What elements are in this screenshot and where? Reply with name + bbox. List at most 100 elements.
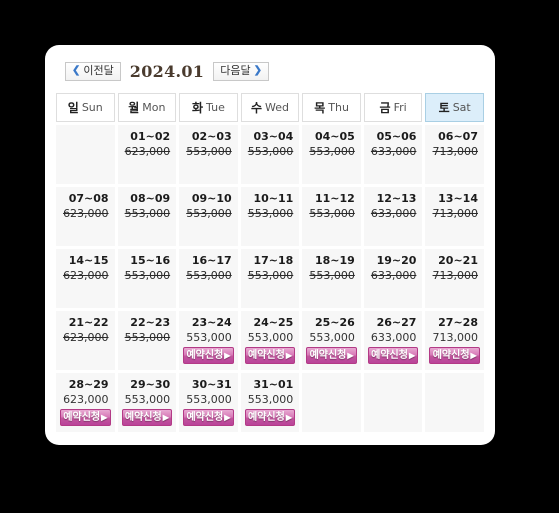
weekday-label-en: Mon <box>142 101 166 114</box>
reservation-request-label: 예약신청 <box>186 411 224 423</box>
day-range-label: 04~05 <box>315 130 355 143</box>
calendar-day-cell[interactable]: 25~26 553,000 예약신청 ▶ <box>302 311 361 370</box>
reservation-request-button[interactable]: 예약신청 ▶ <box>367 347 419 364</box>
day-range-label: 18~19 <box>315 254 355 267</box>
day-price-label: 553,000 <box>124 207 171 220</box>
weekday-header-mon: 월 Mon <box>117 93 177 122</box>
calendar-cell-empty <box>425 373 484 432</box>
day-range-label: 23~24 <box>191 316 232 329</box>
weekday-label-en: Wed <box>265 101 289 114</box>
reservation-request-label: 예약신청 <box>248 349 285 361</box>
day-range-label: 27~28 <box>438 316 478 329</box>
day-range-label: 31~01 <box>253 378 294 391</box>
day-range-label: 02~03 <box>191 130 232 143</box>
reservation-request-button[interactable]: 예약신청 ▶ <box>244 409 296 426</box>
day-range-label: 14~15 <box>68 254 109 267</box>
calendar-day-cell[interactable]: 27~28 713,000 예약신청 ▶ <box>425 311 484 370</box>
arrow-right-icon: ▶ <box>285 350 292 360</box>
previous-month-label: 이전달 <box>83 64 114 77</box>
day-price-label: 633,000 <box>370 145 417 158</box>
weekday-header-wed: 수 Wed <box>240 93 300 122</box>
day-range-label: 25~26 <box>315 316 355 329</box>
day-price-label: 633,000 <box>370 207 417 220</box>
day-price-label: 623,000 <box>63 393 109 406</box>
calendar-day-cell: 07~08 623,000 <box>56 187 115 246</box>
day-range-label: 28~29 <box>68 378 109 391</box>
reservation-request-label: 예약신청 <box>248 411 285 423</box>
day-range-label: 16~17 <box>191 254 232 267</box>
day-price-label: 553,000 <box>309 331 355 344</box>
day-range-label: 26~27 <box>376 316 417 329</box>
arrow-right-icon: ▶ <box>347 350 354 360</box>
calendar-day-cell: 22~23 553,000 <box>117 311 177 370</box>
calendar-day-cell: 06~07 713,000 <box>425 125 484 184</box>
day-price-label: 623,000 <box>124 145 171 158</box>
day-range-label: 03~04 <box>253 130 294 143</box>
day-price-label: 633,000 <box>370 269 417 282</box>
reservation-request-button[interactable]: 예약신청 ▶ <box>306 347 357 364</box>
calendar-day-cell[interactable]: 29~30 553,000 예약신청 ▶ <box>117 373 177 432</box>
weekday-header-thu: 목 Thu <box>302 93 361 122</box>
weekday-header-fri: 금 Fri <box>363 93 423 122</box>
day-price-label: 633,000 <box>370 331 417 344</box>
calendar-day-cell: 08~09 553,000 <box>117 187 177 246</box>
weekday-label-ko: 화 <box>192 101 204 115</box>
day-price-label: 553,000 <box>124 331 171 344</box>
previous-month-button[interactable]: ❮ 이전달 <box>65 61 121 81</box>
reservation-request-label: 예약신청 <box>186 349 224 361</box>
reservation-request-button[interactable]: 예약신청 ▶ <box>183 409 234 426</box>
day-price-label: 623,000 <box>63 331 109 344</box>
current-month-title: 2024.01 <box>129 61 205 81</box>
day-price-label: 553,000 <box>309 207 355 220</box>
day-range-label: 06~07 <box>438 130 478 143</box>
day-price-label: 553,000 <box>247 145 294 158</box>
calendar-day-cell[interactable]: 23~24 553,000 예약신청 ▶ <box>179 311 238 370</box>
reservation-request-button[interactable]: 예약신청 ▶ <box>60 409 111 426</box>
reservation-request-button[interactable]: 예약신청 ▶ <box>183 347 234 364</box>
weekday-header-tue: 화 Tue <box>179 93 238 122</box>
calendar-day-cell: 09~10 553,000 <box>179 187 238 246</box>
day-range-label: 24~25 <box>253 316 294 329</box>
day-range-label: 05~06 <box>376 130 417 143</box>
arrow-right-icon: ▶ <box>224 350 231 360</box>
day-price-label: 713,000 <box>432 331 479 344</box>
weekday-label-ko: 토 <box>438 101 450 115</box>
weekday-header-sun: 일 Sun <box>56 93 115 122</box>
weekday-label-en: Tue <box>206 101 225 114</box>
calendar-day-cell: 19~20 633,000 <box>363 249 423 308</box>
day-price-label: 713,000 <box>432 207 479 220</box>
calendar-day-cell[interactable]: 26~27 633,000 예약신청 ▶ <box>363 311 423 370</box>
calendar-day-cell[interactable]: 30~31 553,000 예약신청 ▶ <box>179 373 238 432</box>
reservation-request-button[interactable]: 예약신청 ▶ <box>121 409 173 426</box>
arrow-right-icon: ▶ <box>162 412 169 422</box>
calendar-day-cell[interactable]: 24~25 553,000 예약신청 ▶ <box>240 311 300 370</box>
calendar-day-cell: 16~17 553,000 <box>179 249 238 308</box>
calendar-day-cell: 03~04 553,000 <box>240 125 300 184</box>
day-price-label: 553,000 <box>247 269 294 282</box>
chevron-right-icon: ❯ <box>253 65 262 76</box>
day-price-label: 713,000 <box>432 145 479 158</box>
calendar-day-cell: 15~16 553,000 <box>117 249 177 308</box>
day-price-label: 553,000 <box>186 393 232 406</box>
day-price-label: 553,000 <box>247 393 294 406</box>
chevron-left-icon: ❮ <box>72 65 81 76</box>
calendar-day-cell: 10~11 553,000 <box>240 187 300 246</box>
calendar-day-cell: 02~03 553,000 <box>179 125 238 184</box>
arrow-right-icon: ▶ <box>101 412 108 422</box>
calendar-day-cell[interactable]: 31~01 553,000 예약신청 ▶ <box>240 373 300 432</box>
weekday-label-en: Thu <box>328 101 349 114</box>
day-price-label: 713,000 <box>432 269 479 282</box>
day-range-label: 17~18 <box>253 254 294 267</box>
reservation-request-button[interactable]: 예약신청 ▶ <box>429 347 480 364</box>
day-range-label: 07~08 <box>68 192 109 205</box>
calendar-day-cell[interactable]: 28~29 623,000 예약신청 ▶ <box>56 373 115 432</box>
reservation-request-button[interactable]: 예약신청 ▶ <box>244 347 296 364</box>
weekday-label-en: Sun <box>81 101 103 114</box>
weekday-header-row: 일 Sun 월 Mon 화 Tue 수 Wed 목 Thu 금 Fri 토 Sat <box>56 93 484 122</box>
day-price-label: 553,000 <box>247 331 294 344</box>
arrow-right-icon: ▶ <box>285 412 292 422</box>
next-month-button[interactable]: 다음달 ❯ <box>213 61 269 81</box>
day-range-label: 13~14 <box>438 192 478 205</box>
weekday-label-ko: 일 <box>67 101 79 115</box>
day-range-label: 15~16 <box>130 254 171 267</box>
